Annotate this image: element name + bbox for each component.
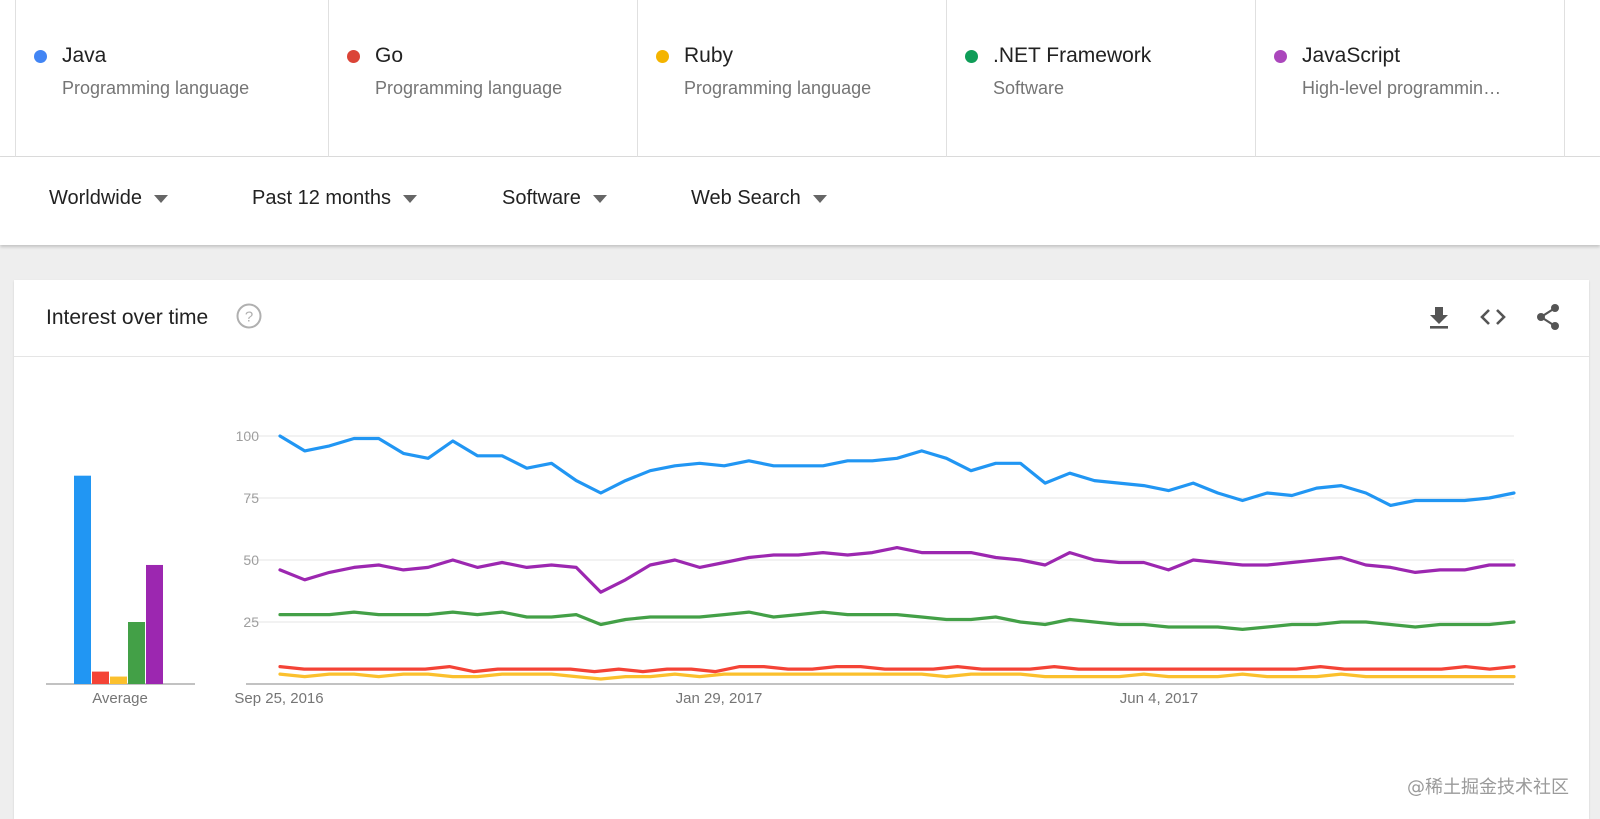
dropdown-caret-icon (402, 194, 417, 203)
term-subtitle: Software (993, 78, 1065, 98)
series-line (278, 610, 1516, 631)
interest-chart: 100 75 50 25 Average Sep 25, 2016 Jan 29, 2017… (46, 428, 1516, 707)
average-bar (110, 676, 127, 684)
x-tick-label: Sep 25, 2016 (234, 690, 323, 707)
series-line (278, 434, 1516, 507)
region-dropdown-label: Worldwide (49, 187, 142, 209)
term-color-dot (965, 50, 978, 63)
dropdown-caret-icon (154, 194, 168, 203)
region-dropdown[interactable]: Worldwide (49, 187, 168, 210)
time-range-dropdown-label: Past 12 months (252, 187, 391, 209)
series-line (278, 665, 1516, 674)
category-dropdown[interactable]: Software (502, 187, 607, 210)
average-bar (128, 622, 145, 684)
y-tick-label: 50 (243, 552, 259, 568)
average-label: Average (92, 690, 148, 707)
dropdown-caret-icon (592, 194, 607, 203)
term-name: Go (375, 44, 404, 67)
term-color-dot (347, 50, 360, 63)
search-type-dropdown[interactable]: Web Search (691, 187, 827, 210)
time-series-lines (278, 434, 1516, 681)
category-dropdown-label: Software (502, 187, 581, 209)
watermark: @稀土掘金技术社区 (1407, 777, 1569, 798)
term-name: JavaScript (1302, 44, 1401, 67)
y-tick-label: 25 (243, 614, 259, 630)
series-line (278, 546, 1516, 594)
term-color-dot (1274, 50, 1287, 63)
interest-over-time-card: Interest over time ? 100 75 50 25 Average Sep… (14, 280, 1589, 819)
term-subtitle: Programming language (684, 78, 872, 98)
chart-grid (46, 435, 1514, 685)
search-type-dropdown-label: Web Search (691, 187, 801, 209)
y-tick-label: 75 (243, 490, 259, 506)
term-subtitle: Programming language (375, 78, 563, 98)
time-range-dropdown[interactable]: Past 12 months (252, 187, 417, 210)
term-name: .NET Framework (993, 44, 1152, 67)
average-bar (74, 475, 91, 684)
dropdown-caret-icon (812, 194, 827, 203)
term-name: Java (62, 44, 107, 67)
series-line (278, 672, 1516, 681)
filter-bar: Worldwide Past 12 months Software Web Se… (0, 157, 1600, 245)
term-color-dot (34, 50, 47, 63)
term-card-java[interactable]: Java Programming language (15, 0, 329, 157)
term-card-ruby[interactable]: Ruby Programming language (638, 0, 947, 157)
comparison-terms: Java Programming language Go Programming… (0, 0, 1600, 157)
term-color-dot (656, 50, 669, 63)
x-tick-label: Jun 4, 2017 (1120, 690, 1198, 707)
term-subtitle: High-level programmin… (1302, 78, 1502, 98)
x-tick-label: Jan 29, 2017 (676, 690, 763, 707)
term-card-javascript[interactable]: JavaScript High-level programmin… (1256, 0, 1565, 157)
average-bar-chart (74, 475, 163, 684)
term-card-dotnet[interactable]: .NET Framework Software (947, 0, 1256, 157)
term-card-go[interactable]: Go Programming language (329, 0, 638, 157)
y-tick-label: 100 (236, 428, 260, 444)
term-subtitle: Programming language (62, 78, 250, 98)
average-bar (146, 564, 163, 684)
term-name: Ruby (684, 44, 734, 67)
average-bar (92, 671, 109, 684)
